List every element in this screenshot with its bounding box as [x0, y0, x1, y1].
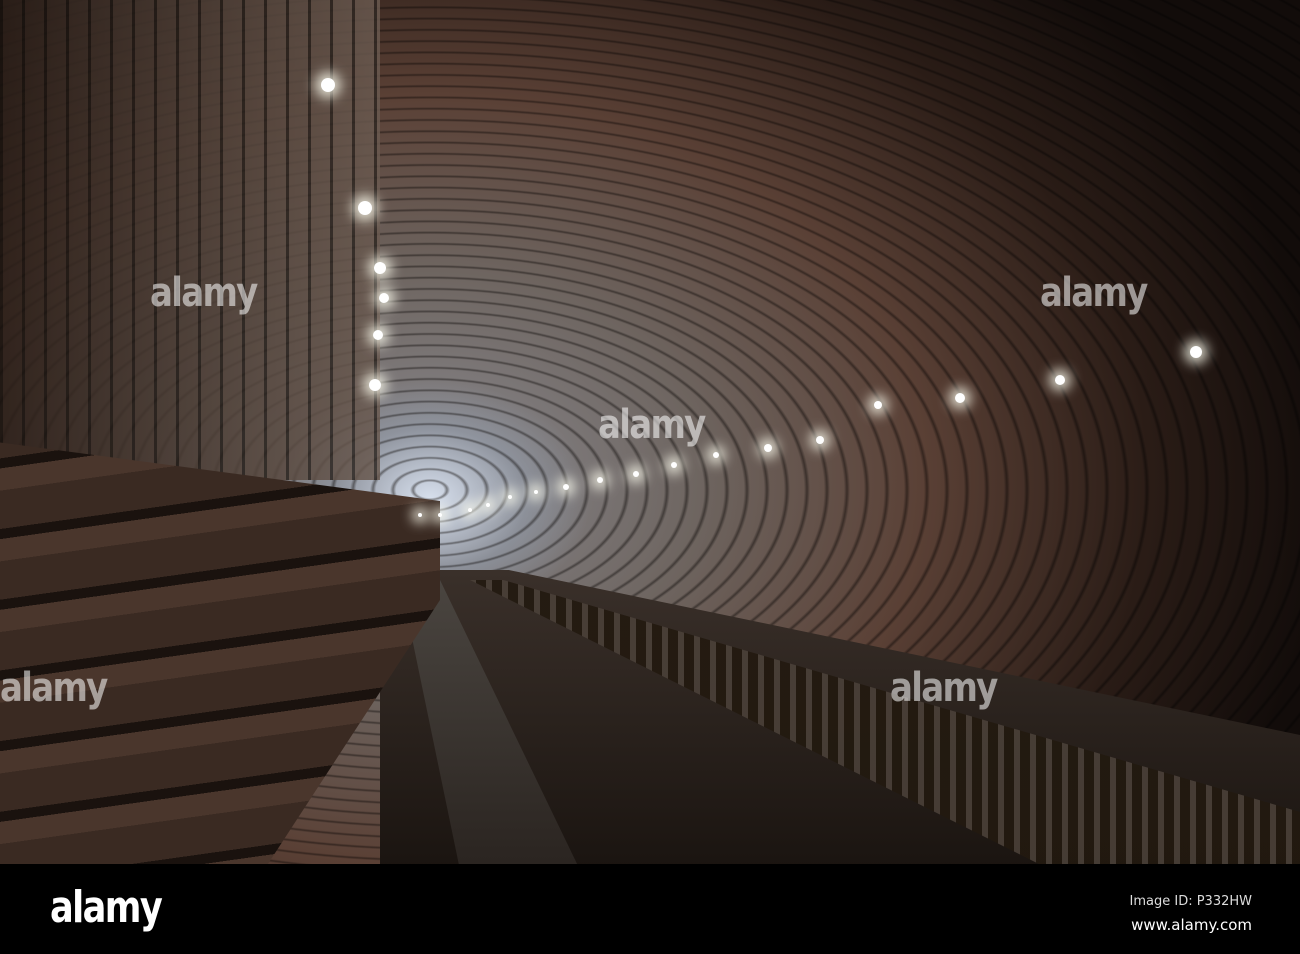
light-bulb [671, 462, 677, 468]
watermark: alamy [598, 402, 706, 448]
light-bulb [438, 513, 442, 517]
light-bulb [597, 477, 603, 483]
light-bulb [508, 495, 512, 499]
light-bulb [468, 508, 472, 512]
watermark: alamy [890, 665, 998, 711]
image-id: Image ID: P332HW [1129, 894, 1252, 909]
light-bulb [1190, 346, 1202, 358]
light-bulb [713, 452, 719, 458]
watermark: alamy [0, 665, 108, 711]
light-bulb [764, 444, 772, 452]
alamy-logo: alamy [50, 882, 163, 933]
light-bulb [379, 293, 389, 303]
light-bulb [563, 484, 569, 490]
light-bulb [374, 262, 386, 274]
watermark: alamy [1040, 270, 1148, 316]
footer-bar: alamy Image ID: P332HW www.alamy.com [0, 864, 1300, 954]
light-bulb [816, 436, 824, 444]
light-bulb [874, 401, 882, 409]
light-bulb [373, 330, 383, 340]
light-bulb [633, 471, 639, 477]
light-bulb [321, 78, 335, 92]
light-bulb [369, 379, 381, 391]
left-tunnel-wall [0, 0, 380, 480]
light-bulb [1055, 375, 1065, 385]
light-bulb [534, 490, 538, 494]
light-bulb [358, 201, 372, 215]
light-bulb [955, 393, 965, 403]
subway-tunnel-photo: alamy alamy alamy alamy alamy [0, 0, 1300, 864]
light-bulb [418, 513, 422, 517]
site-url: www.alamy.com [1131, 916, 1252, 934]
stock-photo: alamy alamy alamy alamy alamy alamy Imag… [0, 0, 1300, 954]
light-bulb [486, 503, 490, 507]
watermark: alamy [150, 270, 258, 316]
